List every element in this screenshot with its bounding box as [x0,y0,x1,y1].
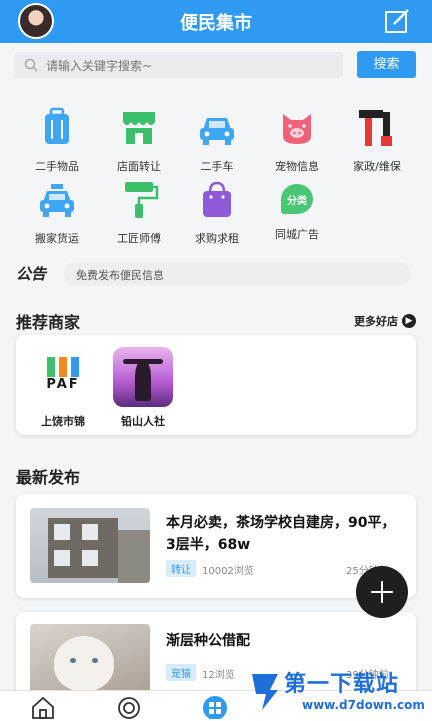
category-housekeeping[interactable]: 家政/维保 [334,106,420,174]
notice-text: 免费发布便民信息 [76,269,164,282]
grid-icon[interactable] [202,695,228,719]
merchant-name: 铅山人社 [121,415,165,428]
merchants-title: 推荐商家 [16,313,81,332]
post-card[interactable]: 本月必卖，茶场学校自建房，90平，3层半，68w 转让 10002浏览 25分钟… [16,494,416,598]
posts-title: 最新发布 [16,468,81,487]
post-tag: 转让 [166,560,196,577]
chevron-right-icon: ▶ [402,314,416,328]
category-second-hand[interactable]: 二手物品 [14,106,100,174]
watermark: 第一下载站 www.d7down.com [248,664,432,720]
category-shop-transfer[interactable]: 店面转让 [96,106,182,174]
car-icon [200,118,234,145]
watermark-text: 第一下载站 [284,672,400,697]
post-tag: 宠猫 [166,664,196,681]
merchants-card: PAF 上饶市锦 铅山人社 [16,335,416,435]
merchant-name: 上饶市锦 [41,415,85,428]
more-shops-label: 更多好店 [354,315,398,328]
category-pets[interactable]: 宠物信息 [254,106,340,174]
category-used-car[interactable]: 二手车 [174,106,260,174]
category-label: 二手物品 [35,160,79,173]
post-image [30,624,150,699]
paint-roller-icon [125,182,159,218]
post-views: 12浏览 [202,670,235,681]
add-post-button[interactable] [356,566,408,618]
merchant-item[interactable]: 铅山人社 [108,347,178,429]
category-label: 二手车 [200,160,234,173]
category-wanted[interactable]: 求购求租 [174,178,260,246]
category-label: 店面转让 [117,160,161,173]
taxi-icon [40,184,74,217]
category-label: 搬家货运 [35,232,79,245]
merchant-logo: PAF [33,347,93,407]
discover-icon[interactable] [116,695,142,719]
ad-badge: 分类 [287,196,307,207]
ad-icon: 分类 [275,178,319,222]
watermark-url: www.d7down.com [302,698,425,712]
post-title: 渐层种公借配 [166,633,250,649]
merchant-logo-text: PAF [46,377,80,392]
category-label: 工匠师傅 [117,232,161,245]
suitcase-icon [45,107,69,144]
search-input[interactable] [44,56,338,76]
category-label: 宠物信息 [275,160,319,173]
category-local-ads[interactable]: 分类 同城广告 [254,178,340,242]
shopping-bag-icon [203,181,231,217]
home-icon[interactable] [30,695,56,719]
post-title: 本月必卖，茶场学校自建房，90平，3层半，68w [166,515,396,553]
app-header: 便民集市 [0,0,432,43]
post-image [30,508,150,583]
pig-icon [283,114,311,144]
notice-bar[interactable]: 免费发布便民信息 [64,262,411,286]
notice-logo: 公告 [16,265,47,283]
category-label: 同城广告 [275,228,319,241]
watermark-logo-icon [252,674,278,710]
category-craftsman[interactable]: 工匠师傅 [96,178,182,246]
category-moving[interactable]: 搬家货运 [14,178,100,246]
search-bar [14,52,343,78]
search-button[interactable]: 搜索 [357,51,416,78]
search-icon [24,58,38,72]
tools-icon [359,110,392,146]
shopfront-icon [123,112,155,144]
category-label: 求购求租 [195,232,239,245]
category-label: 家政/维保 [353,160,401,173]
merchant-logo [113,347,173,407]
post-views: 10002浏览 [202,566,254,577]
edit-icon[interactable] [384,8,410,34]
more-shops-link[interactable]: 更多好店 ▶ [354,313,416,329]
page-title: 便民集市 [180,13,252,34]
merchant-item[interactable]: PAF 上饶市锦 [28,347,98,429]
